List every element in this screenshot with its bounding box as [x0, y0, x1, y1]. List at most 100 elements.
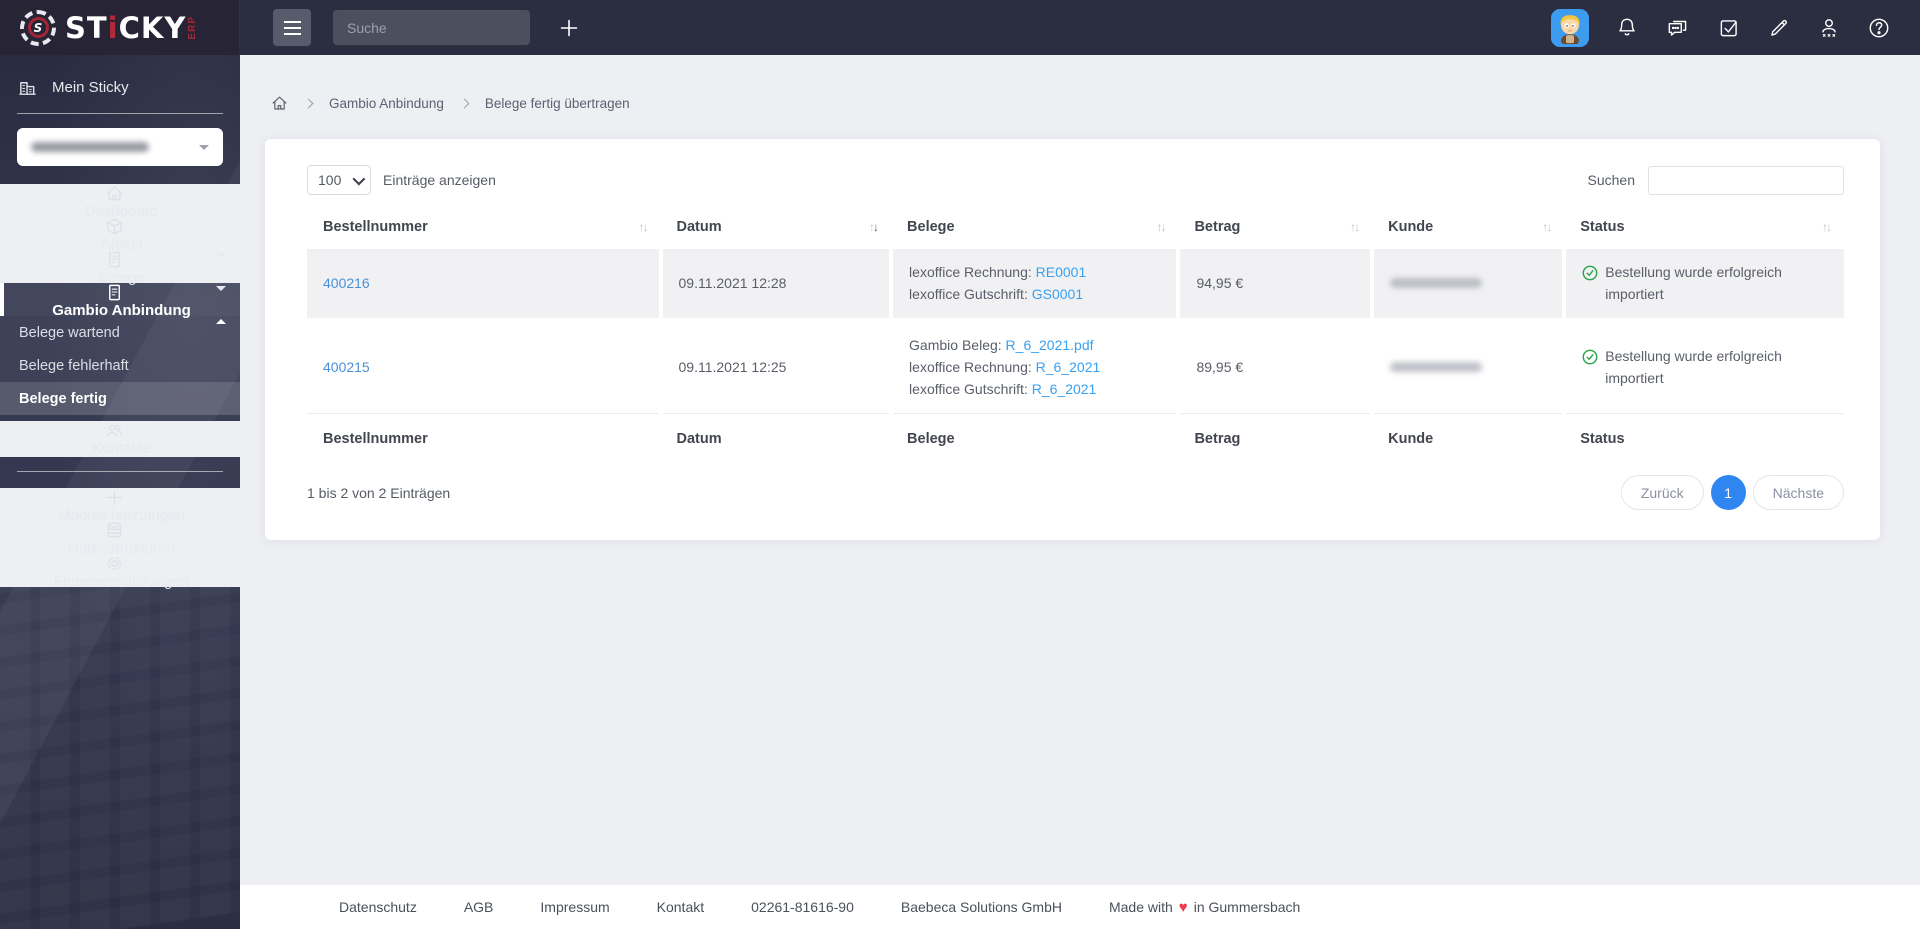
breadcrumb-separator-icon	[459, 98, 470, 109]
pagination-page-1[interactable]: 1	[1710, 475, 1746, 511]
checkbox-icon	[1720, 19, 1737, 36]
hamburger-menu-button[interactable]	[273, 9, 311, 46]
sidebar-item-gambio-anbindung[interactable]: Gambio Anbindung	[0, 283, 240, 324]
orders-table: Bestellnummer Datum Belege Betrag Kunde …	[307, 213, 1844, 451]
shop-select[interactable]	[17, 128, 223, 166]
pencil-icon	[1771, 19, 1787, 36]
heart-icon: ♥	[1178, 898, 1188, 916]
success-check-icon	[1582, 265, 1598, 281]
column-header-status[interactable]: Status	[1564, 213, 1844, 249]
sidebar-item-label: Firmeneinstellungen	[53, 573, 190, 590]
account-button[interactable]	[1817, 16, 1841, 40]
breadcrumb-home-link[interactable]	[271, 95, 288, 112]
help-button[interactable]	[1867, 16, 1891, 40]
topbar-icons	[1551, 8, 1920, 47]
sidebar-item-dashboard[interactable]: Dashboard	[0, 184, 240, 220]
organization-icon	[17, 78, 37, 97]
gear-icon	[104, 554, 124, 573]
customer-blurred-value	[1390, 277, 1483, 288]
package-icon	[104, 217, 124, 236]
document-link[interactable]: GS0001	[1032, 286, 1083, 302]
avatar[interactable]	[1551, 8, 1589, 47]
sort-icon	[1542, 220, 1550, 234]
sidebar-subitem-belege-wartend[interactable]: Belege wartend	[0, 316, 240, 349]
shop-select-blurred-value	[31, 142, 149, 152]
gambio-submenu: Belege wartend Belege fehlerhaft Belege …	[0, 316, 240, 415]
sidebar-item-firmeneinstellungen[interactable]: Firmeneinstellungen	[0, 554, 240, 590]
order-link[interactable]: 400215	[323, 359, 370, 375]
footer-column-belege: Belege	[907, 431, 955, 448]
column-header-datum[interactable]: Datum	[661, 213, 892, 249]
cell-datum: 09.11.2021 12:28	[658, 249, 892, 321]
footer-column-status: Status	[1580, 431, 1625, 448]
brand-logo[interactable]: S STiCKY ERP	[0, 0, 240, 55]
page-length-control: 100 Einträge anzeigen	[307, 165, 496, 195]
breadcrumb-item-gambio[interactable]: Gambio Anbindung	[329, 96, 444, 111]
column-header-betrag[interactable]: Betrag	[1178, 213, 1372, 249]
cell-status: Bestellung wurde erfolgreich importiert	[1562, 249, 1844, 321]
footer-column-bestellnummer: Bestellnummer	[323, 431, 428, 448]
status-text: Bestellung wurde erfolgreich importiert	[1605, 348, 1782, 386]
sort-icon	[639, 220, 647, 234]
sort-icon	[1350, 220, 1358, 234]
sidebar-divider	[17, 471, 223, 472]
footer-made-with: Made with ♥ in Gummersbach	[1108, 898, 1301, 916]
sidebar-item-datenstrukturen[interactable]: Datenstrukturen	[0, 521, 240, 557]
add-button[interactable]	[558, 17, 580, 39]
sidebar-item-label: Mein Sticky	[52, 78, 129, 96]
cell-betrag: 89,95 €	[1176, 318, 1373, 415]
customer-blurred-value	[1390, 362, 1483, 373]
status-text: Bestellung wurde erfolgreich importiert	[1605, 264, 1782, 302]
notifications-button[interactable]	[1615, 16, 1639, 40]
sidebar: Mein Sticky Dashboard Artikel Belege Gam…	[0, 55, 240, 929]
document-link[interactable]: R_6_2021	[1032, 381, 1097, 397]
global-search-input[interactable]	[333, 10, 530, 45]
page-length-label: Einträge anzeigen	[383, 172, 496, 188]
sidebar-item-mein-sticky[interactable]: Mein Sticky	[0, 69, 240, 105]
tasks-button[interactable]	[1717, 16, 1741, 40]
brand-suffix: ERP	[187, 15, 199, 40]
sidebar-subitem-belege-fertig[interactable]: Belege fertig	[0, 382, 240, 415]
bell-icon	[1619, 18, 1635, 35]
document-link[interactable]: R_6_2021	[1036, 359, 1101, 375]
column-header-belege[interactable]: Belege	[891, 213, 1178, 249]
footer-phone-link[interactable]: 02261-81616-90	[751, 899, 854, 915]
notes-button[interactable]	[1767, 16, 1791, 40]
order-link[interactable]: 400216	[323, 275, 370, 291]
table-header-row: Bestellnummer Datum Belege Betrag Kunde …	[307, 213, 1844, 249]
table-search-control: Suchen	[1588, 165, 1844, 195]
column-header-kunde[interactable]: Kunde	[1372, 213, 1564, 249]
column-header-bestellnummer[interactable]: Bestellnummer	[307, 213, 661, 249]
chevron-down-icon	[216, 286, 226, 291]
document-link[interactable]: R_6_2021.pdf	[1006, 337, 1094, 353]
footer-link-kontakt[interactable]: Kontakt	[657, 899, 704, 915]
sidebar-item-belege[interactable]: Belege	[0, 250, 240, 291]
sidebar-subitem-belege-fehlerhaft[interactable]: Belege fehlerhaft	[0, 349, 240, 382]
cell-status: Bestellung wurde erfolgreich importiert	[1562, 318, 1844, 415]
chevron-down-icon	[216, 253, 226, 258]
table-search-input[interactable]	[1648, 165, 1844, 195]
footer-link-impressum[interactable]: Impressum	[540, 899, 609, 915]
document-link[interactable]: RE0001	[1036, 264, 1087, 280]
sidebar-item-artikel[interactable]: Artikel	[0, 217, 240, 258]
question-icon	[1869, 18, 1889, 37]
chevron-down-icon	[199, 144, 209, 150]
breadcrumb-item-current: Belege fertig übertragen	[484, 96, 630, 111]
main-content: Gambio Anbindung Belege fertig übertrage…	[240, 55, 1920, 885]
sidebar-item-module-hinzufuegen[interactable]: Module hinzufügen	[0, 488, 240, 524]
page-length-select[interactable]: 100	[307, 165, 371, 195]
plus-icon	[560, 19, 578, 36]
footer-link-agb[interactable]: AGB	[464, 899, 494, 915]
success-check-icon	[1582, 349, 1598, 365]
sidebar-divider	[17, 113, 223, 114]
footer-link-datenschutz[interactable]: Datenschutz	[339, 899, 417, 915]
database-icon	[104, 521, 124, 540]
pagination-next-button[interactable]: Nächste	[1752, 475, 1844, 511]
document-icon	[104, 250, 124, 269]
sidebar-item-label: Kontakte	[91, 440, 152, 457]
chevron-up-icon	[216, 319, 226, 324]
footer-company-link[interactable]: Baebeca Solutions GmbH	[901, 899, 1062, 915]
pagination-prev-button[interactable]: Zurück	[1620, 475, 1704, 511]
sidebar-item-kontakte[interactable]: Kontakte	[0, 421, 240, 457]
messages-button[interactable]	[1665, 16, 1691, 40]
